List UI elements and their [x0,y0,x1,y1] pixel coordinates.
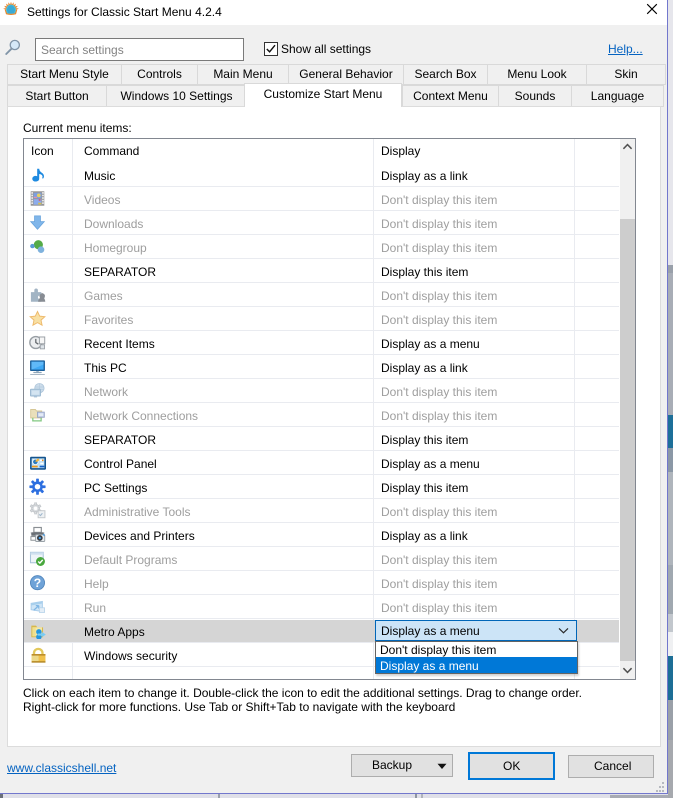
svg-text:?: ? [34,576,41,590]
